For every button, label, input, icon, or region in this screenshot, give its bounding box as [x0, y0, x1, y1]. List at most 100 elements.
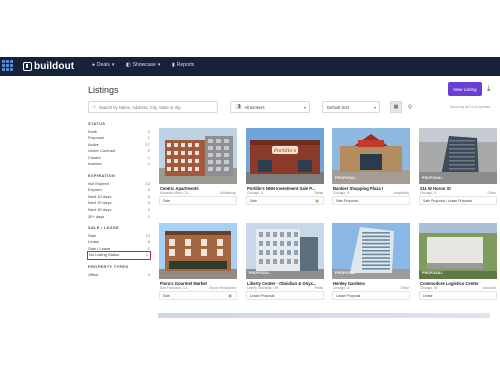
- listing-card[interactable]: PROPOSAL Henley Gardens Chicago, IL Offi…: [332, 223, 410, 303]
- app-launcher-icon[interactable]: [2, 60, 13, 71]
- listing-type: Multifamily: [220, 191, 236, 195]
- filter-item[interactable]: Not Expired 12: [88, 181, 152, 188]
- filter-item-label: Inactive: [88, 161, 102, 167]
- map-view-icon[interactable]: ⚲: [404, 101, 416, 113]
- filter-item-count: 0: [147, 200, 150, 206]
- nav-deals[interactable]: ● Deals ▾: [92, 62, 114, 68]
- listing-card[interactable]: PROPOSAL Liberty Center - Obsidian & Ony…: [246, 223, 324, 303]
- filter-item[interactable]: Next 30 days 0: [88, 207, 152, 214]
- listing-location: Chicago, IL: [333, 191, 350, 195]
- listing-card[interactable]: Flora's Gourmet Market San Francisco, CA…: [159, 223, 237, 303]
- listing-card[interactable]: Portillo's Portillo's NNN Investment Sal…: [246, 128, 324, 208]
- listing-status-bar: Lease: [419, 291, 497, 300]
- filter-item-count: 1: [145, 252, 148, 258]
- listing-location: San Francisco, CA: [160, 286, 188, 290]
- search-input[interactable]: [98, 104, 214, 110]
- listing-photo[interactable]: [159, 223, 237, 279]
- filter-item[interactable]: Closed 1: [88, 155, 152, 162]
- listing-status-text: Lease Proposal: [250, 293, 275, 298]
- filter-item[interactable]: Expired 0: [88, 187, 152, 194]
- listing-type: Industrial: [482, 286, 496, 290]
- filter-item[interactable]: Office 3: [88, 272, 152, 279]
- filter-item-label: Not Expired: [88, 180, 109, 186]
- users-icon: 👥︎: [235, 104, 242, 110]
- calendar-icon[interactable]: ▣: [228, 293, 232, 298]
- filter-group-title: SALE / LEASE: [88, 225, 119, 231]
- next-row-peek: [158, 313, 490, 318]
- filter-sidebar: STATUS Draft 0 Proposal 1 Active 17 Under Contr…: [87, 121, 152, 283]
- listing-type: Office: [487, 191, 496, 195]
- listing-card[interactable]: PROPOSAL Bankier Shopping Plaza I Chicag…: [332, 128, 410, 208]
- brokers-select-value: All Brokers: [244, 104, 265, 110]
- listing-status-bar: Sale ▣: [246, 196, 324, 205]
- listing-photo[interactable]: [159, 128, 237, 184]
- filter-item-label: Next 10 days: [88, 193, 112, 199]
- filter-item[interactable]: Sale / Lease 1: [88, 246, 152, 253]
- filter-item-label: No Listing Status: [89, 252, 120, 258]
- download-icon[interactable]: ⤓: [487, 84, 491, 94]
- listing-card[interactable]: PROPOSAL Commodore Logistics Center Chic…: [419, 223, 497, 303]
- nav-showcase[interactable]: ◧ Showcase ▾: [126, 62, 160, 68]
- filter-item-count: 0: [147, 187, 150, 193]
- listing-status-text: Sale: [163, 198, 171, 203]
- filter-item-label: Under Contract: [88, 148, 116, 154]
- filter-item-count: 0: [147, 128, 150, 134]
- filter-item-count: 12: [145, 232, 150, 238]
- status-badge: PROPOSAL: [422, 271, 443, 275]
- listing-location: Chicago, IL: [420, 191, 437, 195]
- listing-status-bar: Lease Proposal: [246, 291, 324, 300]
- buildout-logo[interactable]: buildout: [23, 60, 74, 73]
- listing-card[interactable]: Centric Apartments Mountain View, CA Mul…: [159, 128, 237, 208]
- filter-item[interactable]: Proposal 1: [88, 135, 152, 142]
- filter-item-count: 12: [145, 180, 150, 186]
- filter-item[interactable]: 30+ days 1: [88, 214, 152, 221]
- top-nav: buildout ● Deals ▾ ◧ Showcase ▾ ▮ Report…: [0, 57, 500, 76]
- filter-item[interactable]: Draft 0: [88, 129, 152, 136]
- nav-deals-label: Deals: [97, 62, 110, 68]
- listing-card[interactable]: PROPOSAL 211 W Huron St Chicago, IL Offi…: [419, 128, 497, 208]
- filter-item-count: 0: [147, 148, 150, 154]
- filter-item-label: Office: [88, 271, 99, 277]
- filter-item-count: 17: [145, 141, 150, 147]
- listing-photo-image: Portillo's: [246, 128, 324, 184]
- logo-mark-icon: [23, 62, 32, 71]
- filter-item-label: Sale / Lease: [88, 245, 111, 251]
- filter-item-count: 1: [147, 161, 150, 167]
- status-badge: PROPOSAL: [422, 176, 443, 180]
- listing-photo[interactable]: Portillo's: [246, 128, 324, 184]
- grid-view-icon[interactable]: ▦: [390, 101, 402, 113]
- search-box[interactable]: ⌕: [88, 101, 218, 113]
- filter-item[interactable]: Lease 6: [88, 239, 152, 246]
- filter-item-label: Proposal: [88, 135, 104, 141]
- filter-group: STATUS Draft 0 Proposal 1 Active 17 Under Contr…: [88, 121, 152, 168]
- listing-status-text: Lease: [423, 293, 433, 298]
- filter-item[interactable]: Active 17: [88, 142, 152, 149]
- sort-select[interactable]: Default Sort ▾: [322, 101, 380, 113]
- listing-status-bar: Sale ▣: [159, 291, 237, 300]
- listing-status-bar: Sale Proposal: [332, 196, 410, 205]
- listing-status-bar: Sale Proposal / Lease Proposal: [419, 196, 497, 205]
- filter-group: PROPERTY TYPES Office 3: [88, 264, 152, 278]
- chevron-down-icon: ▾: [157, 62, 161, 68]
- status-badge: PROPOSAL: [249, 271, 270, 275]
- filter-group-title: STATUS: [88, 121, 106, 126]
- filter-item[interactable]: Sale 12: [88, 233, 152, 240]
- new-listing-button[interactable]: New Listing: [448, 82, 482, 96]
- chevron-down-icon: ▾: [303, 104, 306, 110]
- chevron-down-icon: ▾: [373, 104, 376, 110]
- listing-location: Mountain View, CA: [160, 191, 188, 195]
- filter-item[interactable]: Under Contract 0: [88, 148, 152, 155]
- filter-item-label: Next 30 days: [88, 206, 112, 212]
- filter-item[interactable]: Inactive 1: [88, 161, 152, 168]
- showcase-icon: ◧: [126, 62, 131, 68]
- filter-item[interactable]: Next 20 days 0: [88, 200, 152, 207]
- brokers-select[interactable]: 👥︎ All Brokers ▾: [230, 101, 310, 113]
- filter-item[interactable]: Next 10 days 0: [88, 194, 152, 201]
- status-badge: PROPOSAL: [335, 271, 356, 275]
- filter-item[interactable]: No Listing Status 1: [87, 251, 151, 260]
- filter-item-label: Expired: [88, 187, 102, 193]
- listing-status-text: Sale Proposal / Lease Proposal: [423, 198, 473, 203]
- calendar-icon[interactable]: ▣: [315, 198, 319, 203]
- listing-status-text: Sale Proposal: [336, 198, 358, 203]
- nav-reports[interactable]: ▮ Reports: [172, 62, 194, 68]
